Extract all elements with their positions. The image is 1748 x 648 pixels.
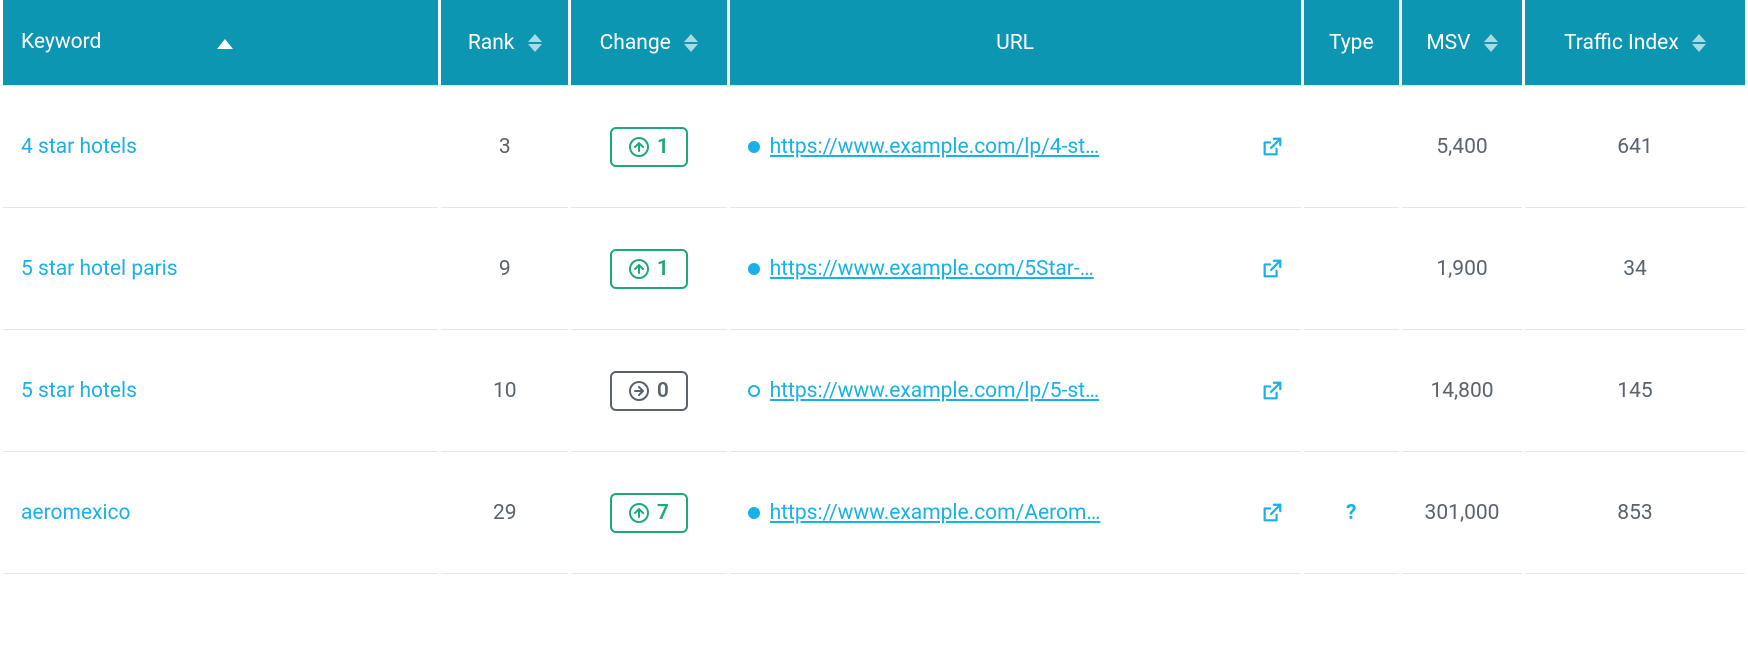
cell-type — [1304, 330, 1400, 452]
url-link[interactable]: https://www.example.com/lp/4-st… — [770, 135, 1251, 159]
col-header-label: URL — [996, 31, 1034, 55]
sort-asc-icon — [217, 31, 233, 55]
cell-url: https://www.example.com/lp/4-st… — [730, 86, 1301, 208]
col-header-label: Rank — [468, 31, 515, 55]
cell-msv: 5,400 — [1402, 86, 1522, 208]
change-badge-none: 0 — [610, 371, 688, 411]
keyword-link[interactable]: 4 star hotels — [21, 135, 137, 159]
col-header-msv[interactable]: MSV — [1402, 0, 1522, 86]
external-link-icon[interactable] — [1261, 380, 1283, 402]
col-header-rank[interactable]: Rank — [441, 0, 568, 86]
cell-msv: 301,000 — [1402, 452, 1522, 574]
cell-rank: 29 — [441, 452, 568, 574]
cell-rank: 10 — [441, 330, 568, 452]
table-row: 5 star hotel paris 9 1 https://www.example.… — [3, 208, 1745, 330]
arrow-up-circle-icon — [629, 259, 649, 279]
url-link[interactable]: https://www.example.com/lp/5-st… — [770, 379, 1251, 403]
sort-both-icon — [1692, 34, 1706, 52]
sort-both-icon — [528, 34, 542, 52]
change-badge-up: 7 — [610, 493, 688, 533]
col-header-label: Keyword — [21, 30, 101, 54]
bullet-hollow-icon — [748, 385, 760, 397]
url-link[interactable]: https://www.example.com/Aerom… — [770, 501, 1251, 525]
bullet-solid-icon — [748, 141, 760, 153]
external-link-icon[interactable] — [1261, 136, 1283, 158]
change-badge-up: 1 — [610, 127, 688, 167]
col-header-change[interactable]: Change — [571, 0, 727, 86]
cell-traffic: 34 — [1525, 208, 1745, 330]
change-value: 7 — [657, 501, 669, 525]
col-header-label: Type — [1329, 31, 1374, 55]
table-row: 4 star hotels 3 1 https://www.example.com/l… — [3, 86, 1745, 208]
cell-traffic: 145 — [1525, 330, 1745, 452]
cell-url: https://www.example.com/Aerom… — [730, 452, 1301, 574]
keyword-link[interactable]: 5 star hotel paris — [21, 257, 178, 281]
cell-msv: 14,800 — [1402, 330, 1522, 452]
url-link[interactable]: https://www.example.com/5Star-… — [770, 257, 1251, 281]
keyword-rank-table: Keyword Rank Change URL — [0, 0, 1748, 574]
table-row: 5 star hotels 10 0 https://www.example.com/… — [3, 330, 1745, 452]
arrow-right-circle-icon — [629, 381, 649, 401]
cell-keyword: 5 star hotels — [3, 330, 438, 452]
cell-traffic: 641 — [1525, 86, 1745, 208]
cell-rank: 3 — [441, 86, 568, 208]
col-header-type[interactable]: Type — [1304, 0, 1400, 86]
col-header-traffic[interactable]: Traffic Index — [1525, 0, 1745, 86]
keyword-link[interactable]: 5 star hotels — [21, 379, 137, 403]
bullet-solid-icon — [748, 263, 760, 275]
cell-url: https://www.example.com/lp/5-st… — [730, 330, 1301, 452]
change-badge-up: 1 — [610, 249, 688, 289]
col-header-keyword[interactable]: Keyword — [3, 0, 438, 86]
change-value: 1 — [657, 257, 669, 281]
type-help-icon[interactable]: ? — [1346, 501, 1356, 525]
arrow-up-circle-icon — [629, 137, 649, 157]
col-header-label: MSV — [1426, 31, 1470, 55]
col-header-label: Traffic Index — [1564, 31, 1679, 55]
external-link-icon[interactable] — [1261, 502, 1283, 524]
cell-keyword: aeromexico — [3, 452, 438, 574]
cell-change: 0 — [571, 330, 727, 452]
cell-change: 1 — [571, 208, 727, 330]
sort-both-icon — [1484, 34, 1498, 52]
cell-rank: 9 — [441, 208, 568, 330]
cell-msv: 1,900 — [1402, 208, 1522, 330]
external-link-icon[interactable] — [1261, 258, 1283, 280]
table-header-row: Keyword Rank Change URL — [3, 0, 1745, 86]
cell-keyword: 5 star hotel paris — [3, 208, 438, 330]
cell-type — [1304, 86, 1400, 208]
table-row: aeromexico 29 7 https://www.example.com/Aer… — [3, 452, 1745, 574]
sort-both-icon — [684, 34, 698, 52]
col-header-label: Change — [600, 31, 671, 55]
cell-url: https://www.example.com/5Star-… — [730, 208, 1301, 330]
cell-change: 7 — [571, 452, 727, 574]
bullet-solid-icon — [748, 507, 760, 519]
change-value: 1 — [657, 135, 669, 159]
col-header-url[interactable]: URL — [730, 0, 1301, 86]
arrow-up-circle-icon — [629, 503, 649, 523]
cell-type — [1304, 208, 1400, 330]
cell-traffic: 853 — [1525, 452, 1745, 574]
cell-type: ? — [1304, 452, 1400, 574]
cell-keyword: 4 star hotels — [3, 86, 438, 208]
keyword-link[interactable]: aeromexico — [21, 501, 131, 525]
change-value: 0 — [657, 379, 669, 403]
cell-change: 1 — [571, 86, 727, 208]
